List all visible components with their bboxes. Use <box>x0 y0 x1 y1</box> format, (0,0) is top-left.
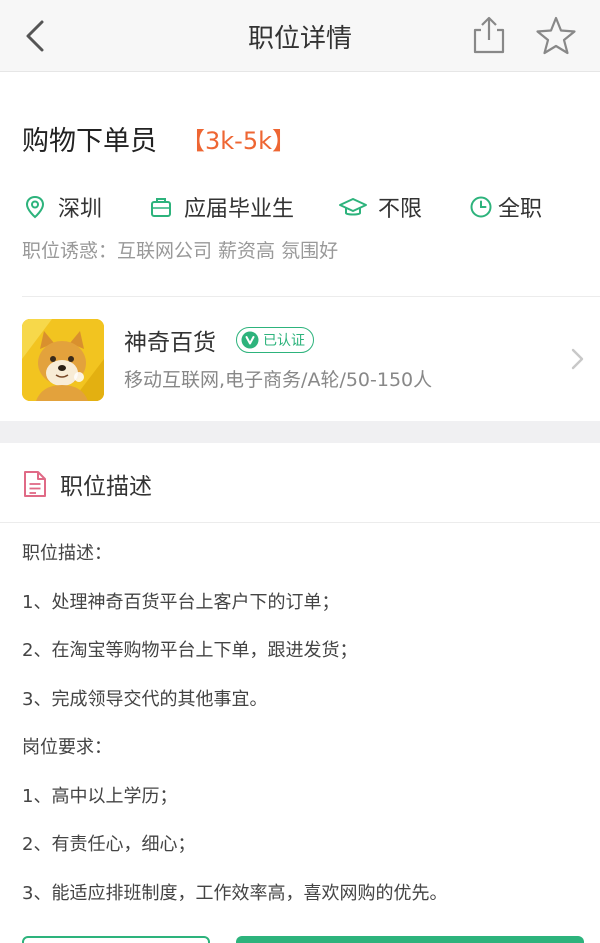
primary-action-button[interactable] <box>236 936 584 943</box>
verified-label: 已认证 <box>263 333 305 349</box>
section-title: 职位描述 <box>60 474 152 500</box>
chevron-right-icon[interactable] <box>566 345 588 373</box>
job-tags: 深圳 应届毕业生 不限 全职 <box>22 190 582 224</box>
description-line: 职位描述： <box>22 543 112 564</box>
job-header: 购物下单员 【3k-5k】 <box>22 118 296 158</box>
tag-location: 深圳 <box>22 190 102 224</box>
company-logo <box>22 319 104 401</box>
divider <box>0 522 600 523</box>
verified-badge: 已认证 <box>236 327 314 353</box>
star-icon[interactable] <box>532 12 580 60</box>
share-icon[interactable] <box>466 12 512 58</box>
description-line: 1、处理神奇百货平台上客户下的订单； <box>22 591 340 613</box>
tag-job-type: 全职 <box>468 190 542 224</box>
tag-label: 深圳 <box>58 197 103 222</box>
location-icon <box>25 195 45 219</box>
clock-icon <box>470 196 492 218</box>
tag-label: 不限 <box>378 197 423 222</box>
tag-education: 不限 <box>338 190 422 224</box>
job-temptation: 职位诱惑：互联网公司 薪资高 氛围好 <box>22 240 339 262</box>
description-line: 2、在淘宝等购物平台上下单，跟进发货； <box>22 640 358 661</box>
top-navbar: 职位详情 <box>0 0 600 72</box>
briefcase-icon <box>151 198 171 217</box>
verified-v-icon <box>241 331 259 349</box>
document-icon <box>24 471 46 497</box>
tag-experience: 应届毕业生 <box>148 190 294 224</box>
job-title: 购物下单员 <box>22 125 157 157</box>
description-line: 3、完成领导交代的其他事宜。 <box>22 688 268 710</box>
description-line: 1、高中以上学历； <box>22 785 178 807</box>
section-separator <box>0 421 600 443</box>
description-section-header: 职位描述 <box>22 466 152 502</box>
company-description: 移动互联网,电子商务/A轮/50-150人 <box>124 369 433 391</box>
graduation-cap-icon <box>339 198 367 216</box>
company-card[interactable]: 神奇百货 已认证 移动互联网,电子商务/A轮/50-150人 <box>0 297 600 421</box>
description-line: 岗位要求： <box>22 737 112 758</box>
tag-label: 全职 <box>498 197 543 222</box>
tag-label: 应届毕业生 <box>184 197 295 222</box>
description-line: 3、能适应排班制度，工作效率高，喜欢网购的优先。 <box>22 882 448 904</box>
description-line: 2、有责任心，细心； <box>22 834 196 855</box>
job-description: 职位描述： 1、处理神奇百货平台上客户下的订单； 2、在淘宝等购物平台上下单，跟… <box>22 542 582 930</box>
secondary-action-button[interactable] <box>22 936 210 943</box>
job-salary: 【3k-5k】 <box>181 126 296 155</box>
company-name: 神奇百货 <box>124 330 216 356</box>
